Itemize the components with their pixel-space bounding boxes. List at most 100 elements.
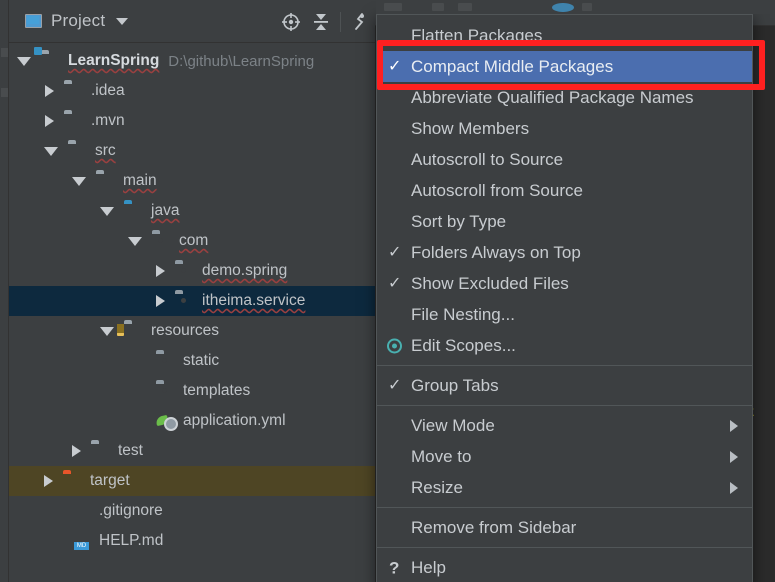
table-row[interactable]: .idea: [9, 76, 375, 106]
table-row[interactable]: templates: [9, 376, 375, 406]
menu-item-label: Show Excluded Files: [411, 273, 569, 293]
menu-item-abbreviate-qualified-package-names[interactable]: Abbreviate Qualified Package Names: [377, 82, 752, 113]
check-icon: ✓: [388, 243, 402, 261]
tool-window-actions: [276, 0, 375, 43]
menu-item-edit-scopes[interactable]: Edit Scopes...: [377, 330, 752, 361]
table-row[interactable]: target: [9, 466, 375, 496]
menu-item-label: Sort by Type: [411, 211, 507, 231]
chevron-collapsed-icon[interactable]: [156, 265, 165, 277]
menu-item-label: Help: [411, 557, 446, 577]
menu-divider: [377, 507, 752, 508]
left-tool-rail[interactable]: [0, 0, 9, 582]
module-folder-icon: [41, 53, 61, 69]
window-chrome-ghost: [376, 0, 775, 14]
chevron-collapsed-icon[interactable]: [45, 85, 54, 97]
chevron-expanded-icon[interactable]: [100, 206, 114, 216]
menu-item-resize[interactable]: Resize: [377, 472, 752, 503]
project-title-group[interactable]: Project: [25, 11, 129, 31]
menu-item-view-mode[interactable]: View Mode: [377, 410, 752, 441]
menu-item-move-to[interactable]: Move to: [377, 441, 752, 472]
menu-item-remove-from-sidebar[interactable]: Remove from Sidebar: [377, 512, 752, 543]
ghost-spring-icon: [552, 3, 574, 12]
chevron-collapsed-icon[interactable]: [72, 445, 81, 457]
markdown-file-icon: [72, 533, 92, 549]
hide-icon[interactable]: [345, 7, 375, 37]
chevron-expanded-icon[interactable]: [72, 176, 86, 186]
menu-item-group-tabs[interactable]: ✓ Group Tabs: [377, 370, 752, 401]
menu-item-label: Abbreviate Qualified Package Names: [411, 87, 694, 107]
tree-item-label: src: [95, 142, 116, 159]
ghost-chrome-item: [582, 3, 592, 11]
table-row[interactable]: itheima.service: [9, 286, 375, 316]
ghost-chrome-item: [384, 3, 402, 11]
tree-item-label: java: [151, 202, 180, 219]
chevron-collapsed-icon[interactable]: [44, 475, 53, 487]
resources-folder-icon: [124, 323, 144, 339]
table-row[interactable]: resources: [9, 316, 375, 346]
chevron-right-icon: [730, 450, 738, 463]
project-window-icon: [25, 14, 42, 28]
collapse-all-icon[interactable]: [306, 7, 336, 37]
table-row[interactable]: LearnSpring D:\github\LearnSpring: [9, 46, 375, 76]
menu-item-file-nesting[interactable]: File Nesting...: [377, 299, 752, 330]
chevron-expanded-icon[interactable]: [17, 56, 31, 66]
chevron-down-icon[interactable]: [116, 17, 129, 25]
menu-item-label: Autoscroll to Source: [411, 149, 564, 169]
table-row[interactable]: com: [9, 226, 375, 256]
package-folder-icon: [175, 293, 195, 309]
ide-screenshot-root: tSe i e ce. ice er unt Project: [0, 0, 775, 582]
table-row[interactable]: static: [9, 346, 375, 376]
menu-item-label: Folders Always on Top: [411, 242, 581, 262]
select-opened-file-icon[interactable]: [276, 7, 306, 37]
table-row[interactable]: application.yml: [9, 406, 375, 436]
chevron-collapsed-icon[interactable]: [156, 295, 165, 307]
menu-item-label: Flatten Packages: [411, 25, 543, 45]
table-row[interactable]: HELP.md: [9, 526, 375, 556]
tree-item-label: .idea: [91, 82, 125, 99]
menu-item-label: Move to: [411, 446, 472, 466]
project-view-options-context-menu[interactable]: Flatten Packages ✓ Compact Middle Packag…: [376, 14, 753, 582]
table-row[interactable]: demo.spring: [9, 256, 375, 286]
ghost-chrome-item: [458, 3, 472, 11]
menu-item-label: View Mode: [411, 415, 495, 435]
package-folder-icon: [152, 233, 172, 249]
menu-item-autoscroll-to-source[interactable]: Autoscroll to Source: [377, 144, 752, 175]
table-row[interactable]: src: [9, 136, 375, 166]
menu-divider: [377, 547, 752, 548]
yaml-file-icon: [156, 413, 176, 429]
page-title: Project: [51, 11, 106, 30]
menu-item-folders-always-on-top[interactable]: ✓ Folders Always on Top: [377, 237, 752, 268]
toolbar-divider: [340, 11, 341, 32]
chevron-expanded-icon[interactable]: [100, 326, 114, 336]
check-icon: ✓: [388, 57, 402, 75]
menu-item-label: Group Tabs: [411, 375, 499, 395]
menu-item-show-excluded-files[interactable]: ✓ Show Excluded Files: [377, 268, 752, 299]
folder-icon: [96, 173, 116, 189]
tree-item-label: static: [183, 352, 220, 369]
menu-item-label: Remove from Sidebar: [411, 517, 577, 537]
project-tree[interactable]: LearnSpring D:\github\LearnSpring .idea …: [9, 43, 375, 556]
table-row[interactable]: .mvn: [9, 106, 375, 136]
menu-item-sort-by-type[interactable]: Sort by Type: [377, 206, 752, 237]
menu-item-help[interactable]: ? Help: [377, 552, 752, 582]
menu-item-label: Compact Middle Packages: [411, 56, 614, 76]
folder-icon: [64, 83, 84, 99]
rail-icon-1[interactable]: [1, 48, 8, 57]
tree-item-label: test: [118, 442, 143, 459]
menu-item-autoscroll-from-source[interactable]: Autoscroll from Source: [377, 175, 752, 206]
chevron-expanded-icon[interactable]: [44, 146, 58, 156]
target-folder-icon: [63, 473, 83, 489]
tree-item-label: templates: [183, 382, 251, 399]
chevron-expanded-icon[interactable]: [128, 236, 142, 246]
table-row[interactable]: .gitignore: [9, 496, 375, 526]
tree-item-label: HELP.md: [99, 532, 164, 549]
menu-item-compact-middle-packages[interactable]: ✓ Compact Middle Packages: [377, 51, 752, 82]
menu-divider: [377, 405, 752, 406]
table-row[interactable]: test: [9, 436, 375, 466]
menu-item-flatten-packages[interactable]: Flatten Packages: [377, 20, 752, 51]
chevron-collapsed-icon[interactable]: [45, 115, 54, 127]
table-row[interactable]: java: [9, 196, 375, 226]
table-row[interactable]: main: [9, 166, 375, 196]
rail-icon-2[interactable]: [1, 88, 8, 97]
menu-item-show-members[interactable]: Show Members: [377, 113, 752, 144]
